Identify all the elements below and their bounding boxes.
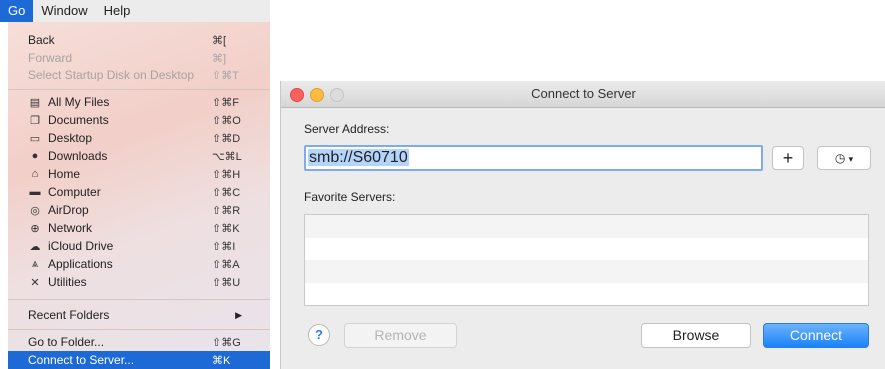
favorite-servers-label: Favorite Servers: xyxy=(304,190,396,204)
home-icon: ⌂ xyxy=(31,168,39,180)
downloads-icon: ● xyxy=(31,150,39,162)
submenu-arrow-icon: ▶ xyxy=(235,309,242,320)
menu-item-label: iCloud Drive xyxy=(48,239,114,253)
menu-item-label: Back xyxy=(28,33,55,47)
desktop-icon: ▭ xyxy=(29,132,41,145)
menu-item-shortcut: ⌘K xyxy=(212,354,231,367)
menu-item-label: Network xyxy=(48,221,93,235)
menu-item-all-my-files[interactable]: ▤ All My Files ⇧⌘F xyxy=(8,93,270,111)
server-address-value: smb://S60710 xyxy=(308,149,409,166)
window-title: Connect to Server xyxy=(531,86,636,101)
browse-button[interactable]: Browse xyxy=(641,323,751,348)
menu-item-forward: Forward ⌘] xyxy=(8,49,270,67)
menu-item-connect-to-server[interactable]: Connect to Server... ⌘K xyxy=(8,351,270,369)
help-button[interactable]: ? xyxy=(308,324,330,346)
menu-item-label: Utilities xyxy=(48,275,87,289)
utilities-icon: ✕ xyxy=(30,276,40,289)
airdrop-icon: ◎ xyxy=(30,204,40,217)
computer-icon: ▬ xyxy=(29,186,41,198)
menu-item-icloud-drive[interactable]: ☁ iCloud Drive ⇧⌘I xyxy=(8,237,270,255)
menu-item-airdrop[interactable]: ◎ AirDrop ⇧⌘R xyxy=(8,201,270,219)
menu-item-desktop[interactable]: ▭ Desktop ⇧⌘D xyxy=(8,129,270,147)
menu-go[interactable]: Go xyxy=(0,0,34,22)
recent-servers-button[interactable]: ◷ ▾ xyxy=(817,146,871,170)
menu-item-documents[interactable]: ❐ Documents ⇧⌘O xyxy=(8,111,270,129)
remove-button: Remove xyxy=(344,323,457,348)
menu-separator xyxy=(8,89,270,90)
menu-item-shortcut: ⇧⌘G xyxy=(212,336,241,349)
title-bar: Connect to Server xyxy=(281,81,885,108)
applications-icon: ⩓ xyxy=(31,257,39,270)
all-files-icon: ▤ xyxy=(29,96,41,109)
menu-item-label: Connect to Server... xyxy=(28,353,135,367)
menu-item-label: All My Files xyxy=(48,95,110,109)
menu-item-go-to-folder[interactable]: Go to Folder... ⇧⌘G xyxy=(8,333,270,351)
menu-item-label: Downloads xyxy=(48,149,108,163)
menu-item-applications[interactable]: ⩓ Applications ⇧⌘A xyxy=(8,255,270,273)
server-address-label: Server Address: xyxy=(304,122,390,136)
list-item xyxy=(305,215,868,238)
menu-item-shortcut: ⇧⌘I xyxy=(212,240,236,253)
list-item xyxy=(305,238,868,261)
menu-item-computer[interactable]: ▬ Computer ⇧⌘C xyxy=(8,183,270,201)
menu-item-shortcut: ⇧⌘A xyxy=(212,258,240,271)
menu-item-shortcut: ⇧⌘T xyxy=(212,69,239,82)
menu-item-back[interactable]: Back ⌘[ xyxy=(8,31,270,49)
menu-separator xyxy=(8,329,270,330)
list-item xyxy=(305,260,868,283)
menu-window[interactable]: Window xyxy=(33,0,95,22)
menu-item-label: Desktop xyxy=(48,131,93,145)
menu-item-label: Home xyxy=(48,167,81,181)
menu-separator xyxy=(8,299,270,300)
network-icon: ⊕ xyxy=(30,222,40,235)
add-favorite-button[interactable]: + xyxy=(772,146,804,170)
go-menu: Back ⌘[ Forward ⌘] Select Startup Disk o… xyxy=(8,22,270,369)
menu-item-shortcut: ⇧⌘O xyxy=(212,114,241,127)
menu-item-shortcut: ⇧⌘F xyxy=(212,96,239,109)
menu-item-label: Computer xyxy=(48,185,101,199)
clock-icon: ◷ xyxy=(834,151,846,165)
menu-item-utilities[interactable]: ✕ Utilities ⇧⌘U xyxy=(8,273,270,291)
menu-item-label: AirDrop xyxy=(48,203,89,217)
favorite-servers-list[interactable] xyxy=(304,214,869,306)
menu-item-shortcut: ⌘[ xyxy=(212,34,227,47)
menu-item-downloads[interactable]: ● Downloads ⌥⌘L xyxy=(8,147,270,165)
menu-item-home[interactable]: ⌂ Home ⇧⌘H xyxy=(8,165,270,183)
menu-item-shortcut: ⇧⌘C xyxy=(212,186,241,199)
menu-item-label: Applications xyxy=(48,257,113,271)
icloud-icon: ☁ xyxy=(29,240,41,253)
menu-item-label: Go to Folder... xyxy=(28,335,105,349)
list-item xyxy=(305,283,868,306)
menu-item-recent-folders[interactable]: Recent Folders ▶ xyxy=(8,306,270,324)
menu-item-network[interactable]: ⊕ Network ⇧⌘K xyxy=(8,219,270,237)
menu-item-label: Documents xyxy=(48,113,109,127)
menu-item-shortcut: ⌥⌘L xyxy=(212,150,242,163)
menu-item-label: Recent Folders xyxy=(28,308,110,322)
menu-item-label: Select Startup Disk on Desktop xyxy=(28,68,195,82)
menu-item-shortcut: ⌘] xyxy=(212,52,227,65)
menu-item-shortcut: ⇧⌘K xyxy=(212,222,240,235)
chevron-down-icon: ▾ xyxy=(848,154,854,164)
menu-item-shortcut: ⇧⌘H xyxy=(212,168,241,181)
menu-item-select-startup-disk: Select Startup Disk on Desktop ⇧⌘T xyxy=(8,66,270,84)
connect-to-server-window: Connect to Server Server Address: smb://… xyxy=(280,81,885,369)
menu-bar: Go Window Help xyxy=(0,0,270,22)
menu-item-shortcut: ⇧⌘R xyxy=(212,204,241,217)
menu-help[interactable]: Help xyxy=(96,0,139,22)
server-address-input[interactable]: smb://S60710 xyxy=(304,145,763,171)
menu-item-shortcut: ⇧⌘D xyxy=(212,132,241,145)
menu-item-label: Forward xyxy=(28,51,73,65)
menu-item-shortcut: ⇧⌘U xyxy=(212,276,241,289)
documents-icon: ❐ xyxy=(30,114,40,127)
connect-button[interactable]: Connect xyxy=(763,323,869,348)
